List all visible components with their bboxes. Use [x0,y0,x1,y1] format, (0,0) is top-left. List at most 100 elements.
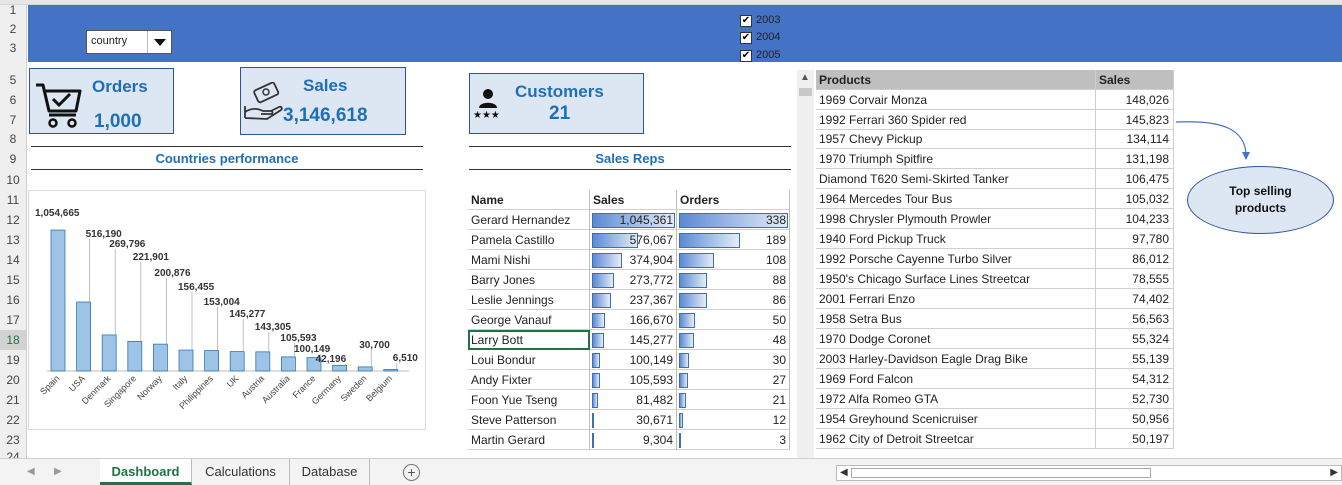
rep-orders-cell[interactable]: 108 [677,250,790,270]
row-number[interactable]: 13 [0,230,26,250]
product-name[interactable]: 1964 Mercedes Tour Bus [816,189,1096,209]
rep-sales-cell[interactable]: 105,593 [590,370,677,390]
product-sales[interactable]: 131,198 [1096,149,1174,169]
table-row[interactable]: Mami Nishi 374,904 108 [468,250,791,270]
column-header-name[interactable]: Name [468,190,590,210]
rep-orders-cell[interactable]: 86 [677,290,790,310]
product-name[interactable]: 1958 Setra Bus [816,309,1096,329]
row-number[interactable]: 15 [0,270,26,290]
product-sales[interactable]: 50,197 [1096,429,1174,449]
table-row[interactable]: 2001 Ferrari Enzo 74,402 [816,289,1174,309]
table-row[interactable]: 1970 Triumph Spitfire 131,198 [816,149,1174,169]
chart-bar[interactable] [332,364,348,372]
rep-orders-cell[interactable]: 338 [677,210,790,230]
tab-database[interactable]: Database [290,459,370,485]
chart-bar[interactable] [280,356,296,372]
dropdown-arrow-icon[interactable] [147,31,171,53]
rep-orders-cell[interactable]: 3 [677,430,790,450]
chart-bar[interactable] [101,334,117,372]
rep-orders-cell[interactable]: 50 [677,310,790,330]
countries-chart[interactable]: 1,054,665 Spain 516,190 USA 269,796 Denmark 22… [28,190,426,430]
table-row[interactable]: 1940 Ford Pickup Truck 97,780 [816,229,1174,249]
rep-name[interactable]: Pamela Castillo [468,230,590,250]
row-number[interactable]: 9 [0,149,26,169]
table-row[interactable]: 1992 Porsche Cayenne Turbo Silver 86,012 [816,249,1174,269]
row-number[interactable]: 16 [0,290,26,310]
product-sales[interactable]: 55,324 [1096,329,1174,349]
table-row[interactable]: 1998 Chrysler Plymouth Prowler 104,233 [816,209,1174,229]
row-number[interactable]: 6 [0,90,26,110]
rep-sales-cell[interactable]: 145,277 [590,330,677,350]
table-row[interactable]: Martin Gerard 9,304 3 [468,430,791,450]
country-dropdown[interactable]: country [86,30,172,54]
rep-name[interactable]: Leslie Jennings [468,290,590,310]
table-row[interactable]: Andy Fixter 105,593 27 [468,370,791,390]
table-row[interactable]: 1972 Alfa Romeo GTA 52,730 [816,389,1174,409]
table-row[interactable]: Diamond T620 Semi-Skirted Tanker 106,475 [816,169,1174,189]
table-row[interactable]: 2003 Harley-Davidson Eagle Drag Bike 55,1… [816,349,1174,369]
column-header-sales[interactable]: Sales [590,190,677,210]
product-name[interactable]: 1962 City of Detroit Streetcar [816,429,1096,449]
row-number[interactable]: 2 [0,19,26,39]
rep-sales-cell[interactable]: 1,045,361 [590,210,677,230]
chart-bar[interactable] [153,343,168,372]
row-number[interactable]: 8 [0,129,26,149]
product-sales[interactable]: 54,312 [1096,369,1174,389]
horizontal-scrollbar[interactable]: ◀ ▶ [836,465,1342,481]
table-row[interactable]: 1962 City of Detroit Streetcar 50,197 [816,429,1174,449]
product-sales[interactable]: 52,730 [1096,389,1174,409]
product-sales[interactable]: 56,563 [1096,309,1174,329]
rep-name[interactable]: Larry Bott [468,330,590,350]
top-selling-callout[interactable]: Top selling products [1187,166,1334,234]
product-name[interactable]: 1954 Greyhound Scenicruiser [816,409,1096,429]
table-row[interactable]: Leslie Jennings 237,367 86 [468,290,791,310]
product-name[interactable]: 1998 Chrysler Plymouth Prowler [816,209,1096,229]
rep-orders-cell[interactable]: 189 [677,230,790,250]
rep-orders-cell[interactable]: 48 [677,330,790,350]
add-sheet-button[interactable]: + [403,464,420,481]
row-number[interactable]: 24 [0,448,26,458]
table-row[interactable]: 1964 Mercedes Tour Bus 105,032 [816,189,1174,209]
product-name[interactable]: 1969 Corvair Monza [816,90,1096,110]
row-number[interactable]: 21 [0,390,26,410]
product-sales[interactable]: 97,780 [1096,229,1174,249]
rep-name[interactable]: George Vanauf [468,310,590,330]
year-checkbox-2003[interactable]: ✔ 2003 [740,13,820,29]
rep-orders-cell[interactable]: 21 [677,390,790,410]
scroll-right-icon[interactable]: ▶ [1330,467,1338,478]
row-number[interactable]: 10 [0,170,26,190]
scroll-thumb[interactable] [799,88,812,96]
table-row[interactable]: Pamela Castillo 576,067 189 [468,230,791,250]
product-name[interactable]: 2003 Harley-Davidson Eagle Drag Bike [816,349,1096,369]
product-sales[interactable]: 106,475 [1096,169,1174,189]
row-number[interactable]: 12 [0,210,26,230]
rep-orders-cell[interactable]: 12 [677,410,790,430]
scroll-thumb[interactable] [851,468,1151,478]
product-name[interactable]: 1970 Triumph Spitfire [816,149,1096,169]
row-number[interactable]: 14 [0,250,26,270]
chart-bar[interactable] [204,350,220,372]
rep-sales-cell[interactable]: 9,304 [590,430,677,450]
table-row[interactable]: 1958 Setra Bus 56,563 [816,309,1174,329]
rep-sales-cell[interactable]: 100,149 [590,350,677,370]
table-row[interactable]: Larry Bott 145,277 48 [468,330,791,350]
rep-sales-cell[interactable]: 81,482 [590,390,677,410]
checkbox-checked-icon[interactable]: ✔ [740,50,752,62]
product-name[interactable]: 1969 Ford Falcon [816,369,1096,389]
row-number[interactable]: 17 [0,310,26,330]
chart-bar[interactable] [357,366,373,372]
rep-orders-cell[interactable]: 30 [677,350,790,370]
rep-sales-cell[interactable]: 374,904 [590,250,677,270]
row-number[interactable]: 19 [0,350,26,370]
table-row[interactable]: Barry Jones 273,772 88 [468,270,791,290]
product-sales[interactable]: 134,114 [1096,129,1174,149]
tab-calculations[interactable]: Calculations [192,459,290,485]
product-sales[interactable]: 78,555 [1096,269,1174,289]
chart-bar[interactable] [178,349,194,372]
rep-sales-cell[interactable]: 237,367 [590,290,677,310]
table-row[interactable]: George Vanauf 166,670 50 [468,310,791,330]
product-sales[interactable]: 50,956 [1096,409,1174,429]
rep-sales-cell[interactable]: 273,772 [590,270,677,290]
product-sales[interactable]: 86,012 [1096,249,1174,269]
rep-orders-cell[interactable]: 88 [677,270,790,290]
